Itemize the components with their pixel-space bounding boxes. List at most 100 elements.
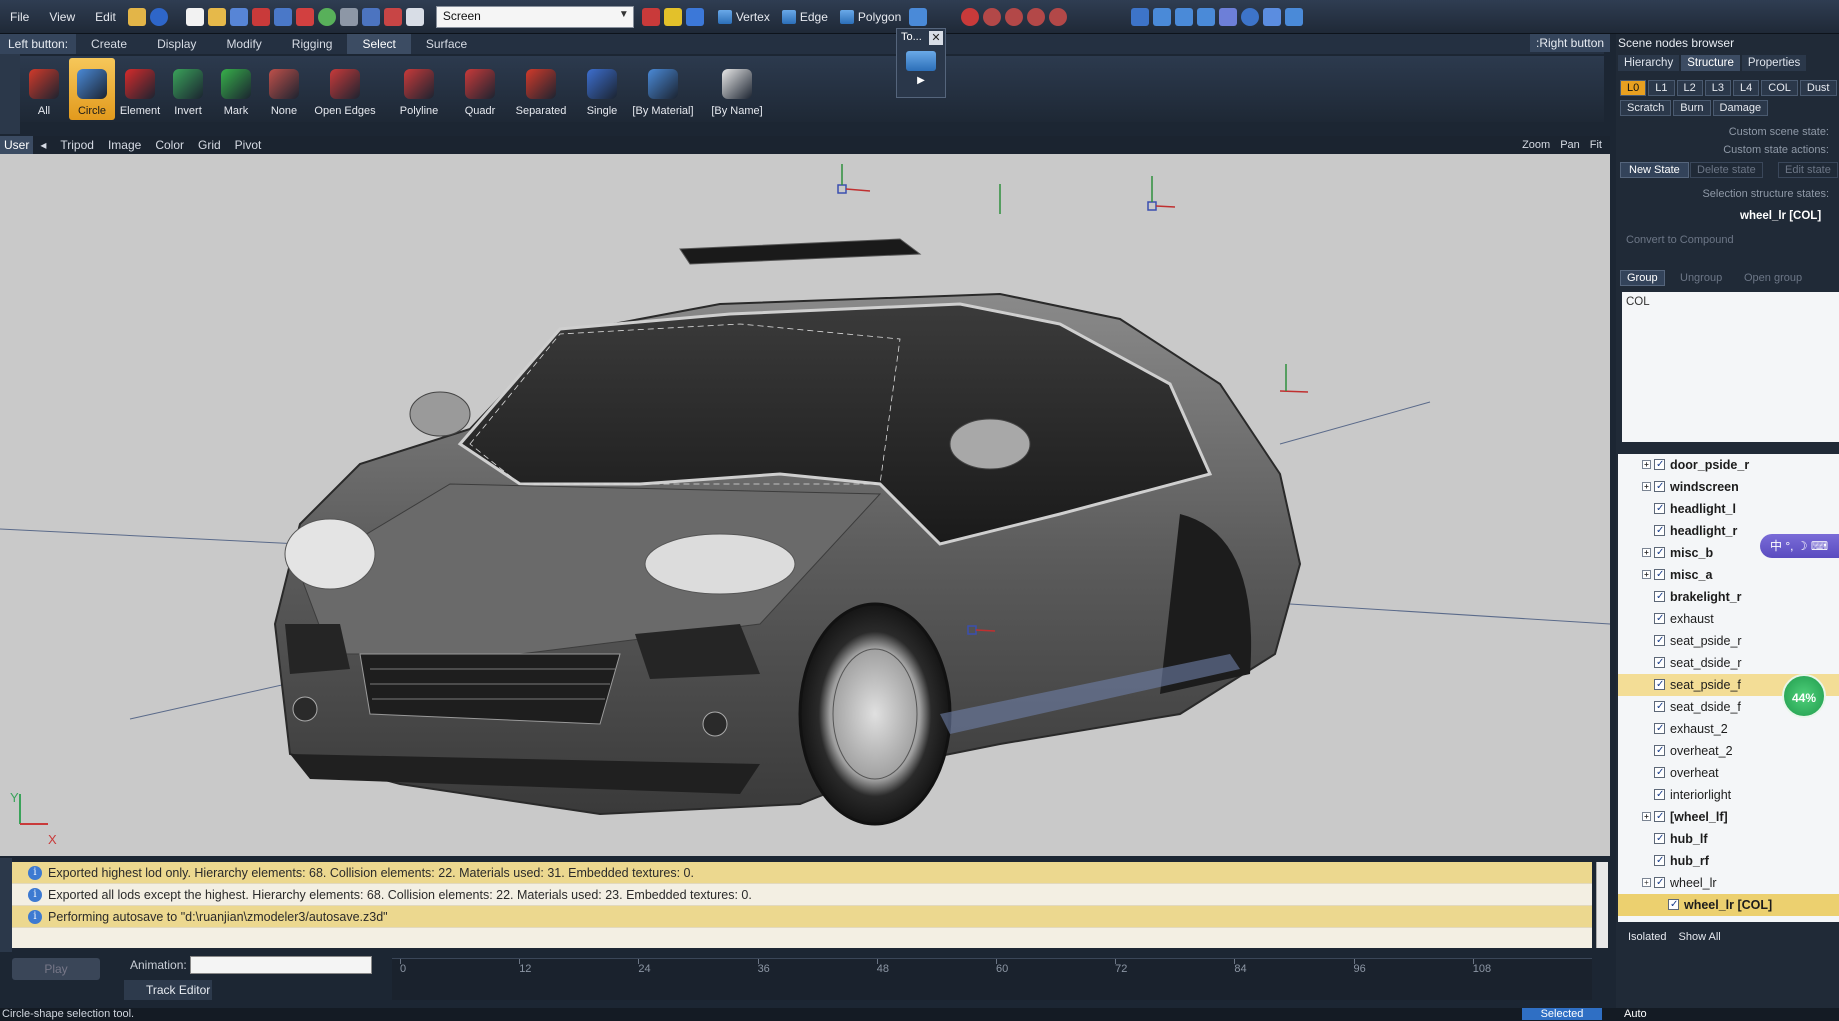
animation-select[interactable]	[190, 956, 372, 974]
open-group-button[interactable]: Open group	[1744, 272, 1802, 284]
tree-node[interactable]: + wheel_lr	[1618, 872, 1839, 894]
lod-col-button[interactable]: COL	[1761, 80, 1798, 96]
play-arrow-icon[interactable]: ▶	[915, 75, 927, 87]
visibility-checkbox[interactable]	[1654, 608, 1665, 630]
help-icon[interactable]	[149, 7, 168, 26]
expand-icon[interactable]: +	[1642, 460, 1651, 469]
viewport-color[interactable]: Color	[148, 138, 191, 152]
lod-l4-button[interactable]: L4	[1733, 80, 1760, 96]
viewport-grid[interactable]: Grid	[191, 138, 228, 152]
snap-grid-icon[interactable]	[1027, 7, 1046, 26]
visibility-checkbox[interactable]	[1654, 520, 1665, 542]
isolated-button[interactable]: Isolated	[1628, 931, 1667, 943]
expand-icon[interactable]: +	[1642, 548, 1651, 557]
select-tool-none-button[interactable]: None	[261, 58, 307, 120]
fit-button[interactable]: Fit	[1590, 139, 1602, 151]
burn-button[interactable]: Burn	[1673, 100, 1711, 116]
select-tool-by-name-button[interactable]: [By Name]	[701, 58, 773, 120]
axis-z-icon[interactable]	[685, 7, 704, 26]
visibility-checkbox[interactable]	[1654, 762, 1665, 784]
tree-node[interactable]: overheat_2	[1618, 740, 1839, 762]
tree-node[interactable]: + door_pside_r	[1618, 454, 1839, 476]
select-tool-open-edges-button[interactable]: Open Edges	[309, 58, 381, 120]
select-tool-quadr-button[interactable]: Quadr	[457, 58, 503, 120]
tree-node[interactable]: + misc_a	[1618, 564, 1839, 586]
select-tool-circle-button[interactable]: Circle	[69, 58, 115, 120]
expand-icon[interactable]: +	[1642, 482, 1651, 491]
damage-button[interactable]: Damage	[1712, 100, 1769, 116]
lod-l0-button[interactable]: L0	[1620, 80, 1647, 96]
pan-button[interactable]: Pan	[1560, 139, 1580, 151]
link-icon[interactable]	[1285, 7, 1304, 26]
visibility-checkbox[interactable]	[1654, 652, 1665, 674]
render-icon[interactable]	[317, 7, 336, 26]
timeline-ruler[interactable]: 0 12 24 36 48 60 72 84 96 108	[392, 958, 1592, 1000]
show-all-button[interactable]: Show All	[1679, 931, 1721, 943]
save-icon[interactable]	[229, 7, 248, 26]
lod-dust-button[interactable]: Dust	[1799, 80, 1837, 96]
menu-file[interactable]: File	[0, 10, 39, 24]
select-tool-by-material-button[interactable]: [By Material]	[627, 58, 699, 120]
new-state-button[interactable]: New State	[1620, 162, 1689, 178]
tab-display[interactable]: Display	[142, 34, 211, 54]
visibility-checkbox[interactable]	[1654, 696, 1665, 718]
convert-compound-button[interactable]: Convert to Compound	[1626, 234, 1734, 246]
visibility-checkbox[interactable]	[1654, 806, 1665, 828]
import-icon[interactable]	[273, 7, 292, 26]
log-scrollbar[interactable]	[1596, 862, 1608, 948]
snap-icon[interactable]	[961, 7, 980, 26]
tree-node[interactable]: + windscreen	[1618, 476, 1839, 498]
select-tool-all-button[interactable]: All	[21, 58, 67, 120]
visibility-checkbox[interactable]	[1654, 542, 1665, 564]
tab-select[interactable]: Select	[347, 34, 411, 54]
tab-hierarchy[interactable]: Hierarchy	[1618, 55, 1680, 71]
scratch-button[interactable]: Scratch	[1620, 100, 1672, 116]
play-button[interactable]: Play	[12, 958, 100, 980]
snap-angle-icon[interactable]	[1049, 7, 1068, 26]
mirror-icon[interactable]	[1197, 7, 1216, 26]
coordinate-space-select[interactable]: Screen ▼	[435, 5, 634, 28]
tree-node[interactable]: + [wheel_lf]	[1618, 806, 1839, 828]
pivot-icon[interactable]	[1219, 7, 1238, 26]
visibility-checkbox[interactable]	[1654, 498, 1665, 520]
visibility-checkbox[interactable]	[1654, 674, 1665, 696]
rotate-icon[interactable]	[1153, 7, 1172, 26]
tree-node[interactable]: overheat	[1618, 762, 1839, 784]
track-editor-button[interactable]: Track Editor	[124, 980, 212, 1000]
tab-properties[interactable]: Properties	[1741, 55, 1807, 71]
polygon-mode-button[interactable]: Polygon	[839, 9, 901, 24]
snap-vertex-icon[interactable]	[983, 7, 1002, 26]
sphere-icon[interactable]	[1241, 7, 1260, 26]
tree-node[interactable]: interiorlight	[1618, 784, 1839, 806]
select-tool-element-button[interactable]: Element	[117, 58, 163, 120]
undo-icon[interactable]	[361, 7, 380, 26]
tab-structure[interactable]: Structure	[1681, 55, 1740, 71]
visibility-checkbox[interactable]	[1654, 630, 1665, 652]
select-tool-single-button[interactable]: Single	[579, 58, 625, 120]
lod-l2-button[interactable]: L2	[1676, 80, 1703, 96]
tab-modify[interactable]: Modify	[211, 34, 276, 54]
visibility-checkbox[interactable]	[1654, 740, 1665, 762]
visibility-checkbox[interactable]	[1654, 564, 1665, 586]
delete-state-button[interactable]: Delete state	[1690, 162, 1763, 178]
visibility-checkbox[interactable]	[1654, 872, 1665, 894]
tree-node[interactable]: hub_rf	[1618, 850, 1839, 872]
tab-surface[interactable]: Surface	[411, 34, 482, 54]
tree-node[interactable]: wheel_lr [COL]	[1618, 894, 1839, 916]
edit-state-button[interactable]: Edit state	[1778, 162, 1838, 178]
redo-icon[interactable]	[383, 7, 402, 26]
zoom-button[interactable]: Zoom	[1522, 139, 1550, 151]
visibility-checkbox[interactable]	[1654, 784, 1665, 806]
select-tool-separated-button[interactable]: Separated	[505, 58, 577, 120]
expand-icon[interactable]: +	[1642, 812, 1651, 821]
tab-create[interactable]: Create	[76, 34, 142, 54]
lod-l1-button[interactable]: L1	[1648, 80, 1675, 96]
visibility-checkbox[interactable]	[1668, 894, 1679, 916]
new-file-icon[interactable]	[185, 7, 204, 26]
tree-node[interactable]: exhaust_2	[1618, 718, 1839, 740]
view-icon[interactable]	[1263, 7, 1282, 26]
tree-node[interactable]: seat_pside_r	[1618, 630, 1839, 652]
export-icon[interactable]	[295, 7, 314, 26]
clipboard-icon[interactable]	[405, 7, 424, 26]
visibility-checkbox[interactable]	[1654, 454, 1665, 476]
